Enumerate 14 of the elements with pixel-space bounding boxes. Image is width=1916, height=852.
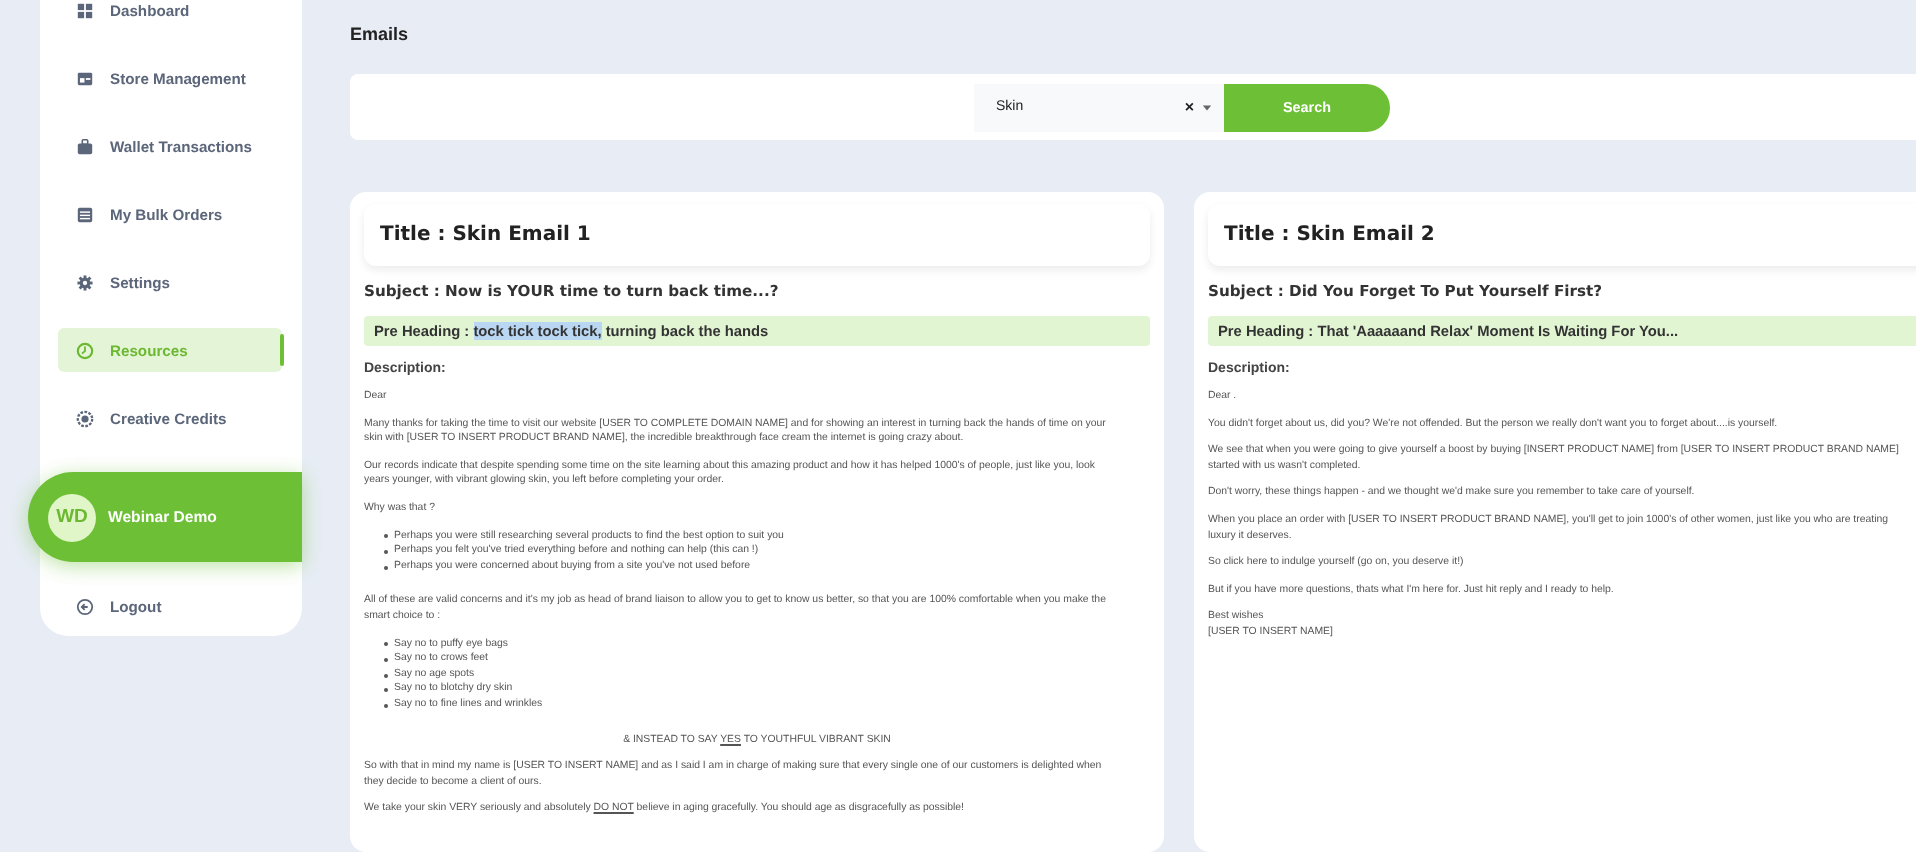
list-icon bbox=[76, 205, 94, 223]
badge-icon bbox=[76, 409, 94, 427]
wallet-icon bbox=[76, 137, 94, 155]
page-title: Emails bbox=[350, 24, 411, 44]
clock-icon bbox=[76, 341, 94, 359]
logout-icon bbox=[76, 597, 94, 615]
clear-icon[interactable]: × bbox=[1184, 98, 1194, 116]
caret-icon[interactable] bbox=[1202, 103, 1212, 111]
settings-icon bbox=[76, 273, 94, 291]
table-icon bbox=[76, 69, 94, 87]
grid-icon bbox=[76, 1, 94, 19]
email-title: Title : Skin Email 2 bbox=[1208, 204, 1916, 266]
email-title: Title : Skin Email 1 bbox=[364, 204, 1150, 266]
avatar: WD bbox=[48, 493, 96, 541]
